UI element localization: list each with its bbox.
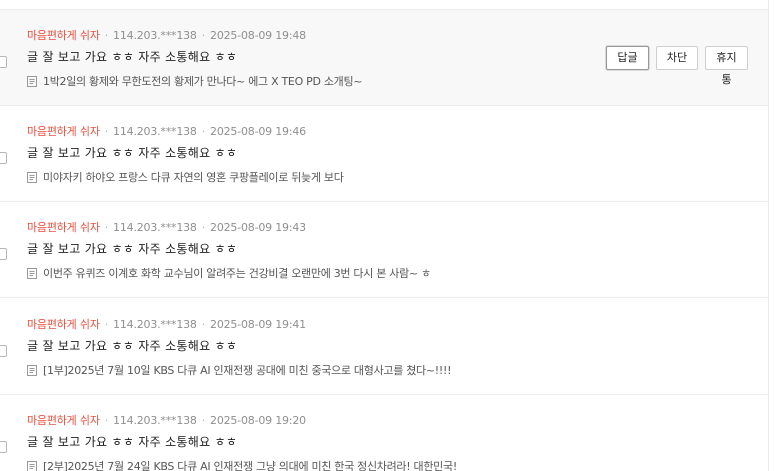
meta-separator: · [201,221,206,234]
reply-button[interactable]: 답글 [606,46,649,70]
trash-button[interactable]: 휴지통 [705,46,748,86]
comment-post-link[interactable]: [2부]2025년 7월 24일 KBS 다큐 AI 인재전쟁 그냥 의대에 미… [27,458,457,471]
comment-select-checkbox[interactable] [0,56,7,68]
comment-actions: 답글 차단 휴지통 [606,46,748,86]
comment-item[interactable]: 마음편하게 쉬자 · 114.203.***138 · 2025-08-09 19:20… [0,395,768,471]
comment-text: 글 잘 보고 가요 ㅎㅎ 자주 소통해요 ㅎㅎ [27,339,238,353]
comment-item[interactable]: 마음편하게 쉬자 · 114.203.***138 · 2025-08-09 19:46… [0,106,768,202]
comment-item[interactable]: 마음편하게 쉬자 · 114.203.***138 · 2025-08-09 19:48… [0,10,768,106]
comment-list-page: 마음편하게 쉬자 · 114.203.***138 · 2025-08-09 19:48… [0,0,775,471]
comment-nickname[interactable]: 마음편하게 쉬자 [27,414,100,427]
comment-meta: 마음편하게 쉬자 · 114.203.***138 · 2025-08-09 19:46 [27,123,306,139]
comment-text: 글 잘 보고 가요 ㅎㅎ 자주 소통해요 ㅎㅎ [27,146,238,160]
meta-separator: · [104,414,109,427]
meta-separator: · [201,414,206,427]
comment-post-link[interactable]: 이번주 유퀴즈 이계호 화학 교수님이 알려주는 건강비결 오랜만에 3번 다시… [27,265,431,281]
comment-post-title[interactable]: 미야자키 하야오 프랑스 다큐 자연의 영혼 쿠팡플레이로 뒤늦게 보다 [43,169,344,185]
comment-select-checkbox[interactable] [0,152,7,164]
document-icon [27,364,37,376]
meta-separator: · [201,318,206,331]
comment-meta: 마음편하게 쉬자 · 114.203.***138 · 2025-08-09 19:48 [27,27,306,43]
comment-ip: 114.203.***138 [113,125,197,138]
block-button[interactable]: 차단 [656,46,698,70]
comment-datetime: 2025-08-09 19:43 [210,221,306,234]
comment-post-link[interactable]: [1부]2025년 7월 10일 KBS 다큐 AI 인재전쟁 공대에 미친 중… [27,362,452,378]
comment-ip: 114.203.***138 [113,221,197,234]
comment-ip: 114.203.***138 [113,414,197,427]
comment-select-checkbox[interactable] [0,345,7,357]
comment-datetime: 2025-08-09 19:48 [210,29,306,42]
comment-meta: 마음편하게 쉬자 · 114.203.***138 · 2025-08-09 19:43 [27,219,306,235]
document-icon [27,267,37,279]
meta-separator: · [201,29,206,42]
meta-separator: · [104,125,109,138]
comment-datetime: 2025-08-09 19:20 [210,414,306,427]
comment-item[interactable]: 마음편하게 쉬자 · 114.203.***138 · 2025-08-09 19:43… [0,202,768,298]
comment-text: 글 잘 보고 가요 ㅎㅎ 자주 소통해요 ㅎㅎ [27,242,238,256]
comment-item[interactable]: 마음편하게 쉬자 · 114.203.***138 · 2025-08-09 19:41… [0,299,768,395]
comment-datetime: 2025-08-09 19:46 [210,125,306,138]
comment-text: 글 잘 보고 가요 ㅎㅎ 자주 소통해요 ㅎㅎ [27,435,238,449]
comment-select-checkbox[interactable] [0,248,7,260]
comment-nickname[interactable]: 마음편하게 쉬자 [27,221,100,234]
comment-post-title[interactable]: [1부]2025년 7월 10일 KBS 다큐 AI 인재전쟁 공대에 미친 중… [43,362,452,378]
comment-nickname[interactable]: 마음편하게 쉬자 [27,29,100,42]
comment-ip: 114.203.***138 [113,318,197,331]
meta-separator: · [104,318,109,331]
comment-meta: 마음편하게 쉬자 · 114.203.***138 · 2025-08-09 19:20 [27,412,306,428]
comment-datetime: 2025-08-09 19:41 [210,318,306,331]
comment-post-title[interactable]: 이번주 유퀴즈 이계호 화학 교수님이 알려주는 건강비결 오랜만에 3번 다시… [43,265,431,281]
comment-select-checkbox[interactable] [0,441,7,453]
comment-post-title[interactable]: 1박2일의 황제와 무한도전의 황제가 만나다~ 에그 X TEO PD 소개팅… [43,73,363,89]
comment-text: 글 잘 보고 가요 ㅎㅎ 자주 소통해요 ㅎㅎ [27,50,238,64]
comment-post-link[interactable]: 1박2일의 황제와 무한도전의 황제가 만나다~ 에그 X TEO PD 소개팅… [27,73,363,89]
document-icon [27,460,37,471]
comment-meta: 마음편하게 쉬자 · 114.203.***138 · 2025-08-09 19:41 [27,316,306,332]
comment-nickname[interactable]: 마음편하게 쉬자 [27,318,100,331]
right-divider [768,0,769,471]
comment-post-title[interactable]: [2부]2025년 7월 24일 KBS 다큐 AI 인재전쟁 그냥 의대에 미… [43,458,457,471]
meta-separator: · [104,221,109,234]
meta-separator: · [201,125,206,138]
document-icon [27,75,37,87]
comment-nickname[interactable]: 마음편하게 쉬자 [27,125,100,138]
comment-post-link[interactable]: 미야자키 하야오 프랑스 다큐 자연의 영혼 쿠팡플레이로 뒤늦게 보다 [27,169,344,185]
comment-ip: 114.203.***138 [113,29,197,42]
meta-separator: · [104,29,109,42]
document-icon [27,171,37,183]
